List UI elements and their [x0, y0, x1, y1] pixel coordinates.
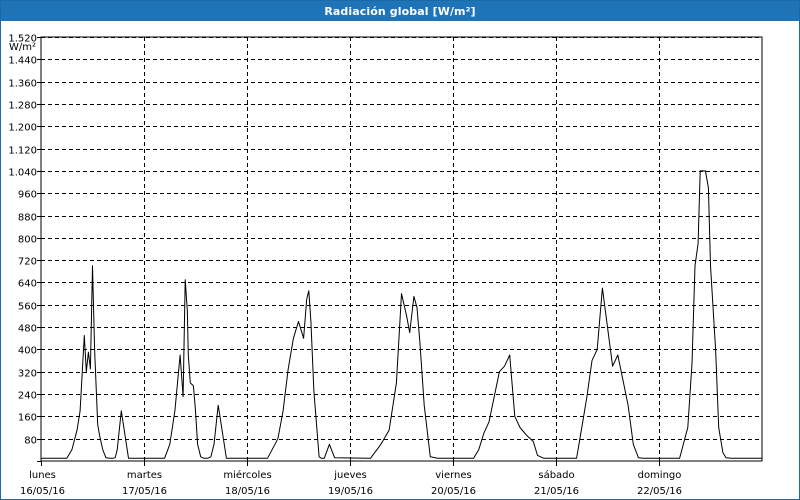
x-tick-label-day: viernes	[435, 470, 471, 481]
y-tick-label: 640	[18, 279, 37, 290]
chart-window: Radiación global [W/m²] W/m² 80 160 240 320…	[0, 0, 800, 500]
y-tick-label: 1.520	[8, 34, 37, 45]
y-tick-label: 1.040	[8, 168, 37, 179]
radiation-chart: W/m² 80160240320400480560640720800880960…	[8, 34, 763, 498]
x-tick-label-date: 17/05/16	[122, 486, 167, 497]
x-tick-label-day: lunes	[29, 470, 56, 481]
axis-layer	[37, 36, 763, 466]
grid-layer	[41, 37, 762, 461]
y-tick-label: 1.280	[8, 101, 37, 112]
y-tick-label: 160	[18, 413, 37, 424]
y-tick-label: 720	[18, 257, 37, 268]
x-tick-label-day: sábado	[538, 469, 574, 481]
y-tick-label: 1.200	[8, 123, 37, 134]
x-tick-label-date: 16/05/16	[20, 486, 65, 497]
y-tick-label: 240	[18, 391, 37, 402]
x-tick-label-day: martes	[127, 470, 162, 481]
y-tick-label: 1.440	[8, 56, 37, 67]
series-line-0	[41, 170, 762, 459]
label-layer: W/m² 80160240320400480560640720800880960…	[8, 34, 682, 498]
x-tick-label-day: jueves	[333, 470, 367, 481]
x-tick-label-day: domingo	[638, 470, 682, 481]
x-tick-label-date: 18/05/16	[225, 486, 270, 497]
y-tick-label: 80	[24, 436, 37, 447]
y-tick-label: 1.120	[8, 146, 37, 157]
y-tick-label: 1.360	[8, 79, 37, 90]
x-tick-label-day: miércoles	[223, 469, 271, 481]
y-tick-label: 320	[18, 369, 37, 380]
plot-frame	[40, 36, 763, 462]
x-tick-label-date: 19/05/16	[328, 486, 373, 497]
series-layer	[41, 170, 762, 459]
y-tick-label: 800	[18, 235, 37, 246]
x-tick-label-date: 22/05/16	[637, 486, 682, 497]
y-tick-label: 560	[18, 302, 37, 313]
y-tick-label: 960	[18, 190, 37, 201]
x-tick-label-date: 20/05/16	[431, 486, 476, 497]
y-tick-label: 480	[18, 324, 37, 335]
y-tick-label: 400	[18, 346, 37, 357]
y-tick-label: 880	[18, 213, 37, 224]
x-tick-label-date: 21/05/16	[534, 486, 579, 497]
